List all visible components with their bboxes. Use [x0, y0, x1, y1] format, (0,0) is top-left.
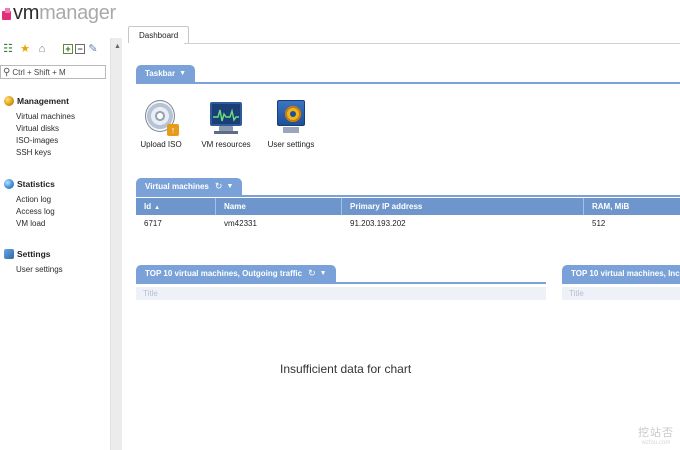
section-title: Settings — [17, 249, 51, 259]
cell-ip: 91.203.193.202 — [350, 218, 406, 228]
home-icon[interactable]: ⌂ — [36, 43, 48, 55]
watermark-line1: 挖站否 — [638, 427, 674, 439]
monitor-chart-icon — [208, 100, 244, 136]
taskbar-item-label: Upload ISO — [140, 140, 182, 149]
empty-chart-message: Insufficient data for chart — [280, 362, 412, 376]
tree-icon[interactable]: ☷ — [2, 43, 14, 55]
chevron-down-icon[interactable]: ▼ — [226, 183, 233, 190]
search-input[interactable] — [12, 67, 101, 77]
section-title: Statistics — [17, 179, 55, 189]
table-row[interactable]: 6717 vm42331 91.203.193.202 512 — [136, 215, 680, 231]
sort-asc-icon: ▲ — [154, 205, 161, 211]
column-header-id[interactable]: Id ▲ — [136, 198, 216, 215]
sidebar-item-access-log[interactable]: Access log — [16, 206, 55, 218]
settings-icon — [4, 249, 14, 259]
star-icon[interactable]: ★ — [19, 43, 31, 55]
sidebar-toolbar: ☷ ★ ⌂ + − ✎ — [2, 42, 110, 56]
vm-table-title: Virtual machines — [145, 182, 209, 191]
sidebar-item-virtual-machines[interactable]: Virtual machines — [16, 111, 75, 123]
sidebar-splitter[interactable]: ▲ — [110, 38, 122, 450]
sidebar-item-ssh-keys[interactable]: SSH keys — [16, 147, 75, 159]
table-header-row: Id ▲ Name Primary IP address RAM, MiB — [136, 198, 680, 215]
search-icon: ⚲ — [3, 66, 11, 78]
taskbar-item-vm-resources[interactable]: VM resources — [198, 100, 254, 149]
section-title: Management — [17, 96, 69, 106]
globe-stat-icon — [4, 179, 14, 189]
taskbar-item-label: VM resources — [201, 140, 251, 149]
chart-title: TOP 10 virtual machines, Incoming traffi… — [571, 269, 680, 278]
expand-all-icon[interactable]: + — [63, 44, 73, 54]
sidebar-item-virtual-disks[interactable]: Virtual disks — [16, 123, 75, 135]
taskbar-header[interactable]: Taskbar ▼ — [136, 65, 196, 82]
vm-table: Id ▲ Name Primary IP address RAM, MiB 671… — [136, 198, 680, 231]
cell-id: 6717 — [144, 218, 162, 228]
sidebar-section-management: Management Virtual machines Virtual disk… — [4, 95, 75, 159]
vm-table-header[interactable]: Virtual machines ↻ ▼ — [136, 178, 243, 195]
chevron-down-icon[interactable]: ▼ — [320, 270, 327, 277]
collapse-arrow-icon[interactable]: ▲ — [114, 43, 121, 50]
tab-dashboard[interactable]: Dashboard — [128, 26, 190, 43]
sidebar: ☷ ★ ⌂ + − ✎ ⚲ Management Virtual machine… — [0, 38, 110, 450]
taskbar-item-user-settings[interactable]: User settings — [263, 100, 319, 149]
chart-incoming-header[interactable]: TOP 10 virtual machines, Incoming traffi… — [562, 265, 680, 282]
logo-text: vmmanager — [13, 2, 116, 25]
chart-outgoing-rule — [136, 282, 546, 284]
logo-mark-icon — [2, 7, 11, 20]
taskbar-rule — [136, 82, 680, 84]
section-header-management[interactable]: Management — [4, 95, 75, 107]
chart-outgoing-header[interactable]: TOP 10 virtual machines, Outgoing traffi… — [136, 265, 336, 282]
chevron-down-icon[interactable]: ▼ — [179, 70, 186, 77]
app-root: vmmanager ☷ ★ ⌂ + − ✎ ⚲ Management Virtu… — [0, 0, 680, 450]
sidebar-item-iso-images[interactable]: ISO-images — [16, 135, 75, 147]
section-header-settings[interactable]: Settings — [4, 248, 63, 260]
column-label: Id — [144, 202, 152, 211]
column-header-ip[interactable]: Primary IP address — [342, 198, 584, 215]
sidebar-section-settings: Settings User settings — [4, 248, 63, 276]
vm-table-rule — [136, 195, 680, 197]
sidebar-item-vm-load[interactable]: VM load — [16, 218, 55, 230]
globe-icon — [4, 96, 14, 106]
logo-text-light: manager — [39, 1, 116, 24]
tab-divider — [184, 43, 680, 44]
section-header-statistics[interactable]: Statistics — [4, 178, 55, 190]
main-area: Dashboard Taskbar ▼ ↑ Upload ISO VM reso… — [122, 0, 680, 450]
pin-icon[interactable]: ✎ — [87, 43, 99, 55]
refresh-icon[interactable]: ↻ — [308, 268, 316, 279]
chart-title: TOP 10 virtual machines, Outgoing traffi… — [145, 269, 303, 278]
taskbar-item-upload-iso[interactable]: ↑ Upload ISO — [133, 100, 189, 149]
collapse-all-icon[interactable]: − — [75, 44, 85, 54]
cell-ram: 512 — [592, 218, 606, 228]
chart-outgoing-column-header: Title — [136, 287, 546, 300]
cell-name: vm42331 — [224, 218, 257, 228]
logo[interactable]: vmmanager — [2, 2, 116, 24]
watermark: 挖站否 wzfou.com — [638, 424, 674, 446]
column-header-name[interactable]: Name — [216, 198, 342, 215]
taskbar-title: Taskbar — [145, 69, 176, 78]
chart-incoming-panel: TOP 10 virtual machines, Incoming traffi… — [562, 265, 680, 305]
chart-incoming-rule — [562, 282, 680, 284]
disc-upload-icon: ↑ — [143, 100, 179, 136]
sidebar-item-action-log[interactable]: Action log — [16, 194, 55, 206]
gear-screen-icon — [273, 100, 309, 136]
column-header-ram[interactable]: RAM, MiB — [584, 198, 680, 215]
watermark-line2: wzfou.com — [641, 440, 671, 446]
chart-incoming-column-header: Title — [562, 287, 680, 300]
sidebar-item-user-settings[interactable]: User settings — [16, 264, 63, 276]
refresh-icon[interactable]: ↻ — [215, 181, 223, 192]
sidebar-section-statistics: Statistics Action log Access log VM load — [4, 178, 55, 230]
search-box[interactable]: ⚲ — [0, 65, 106, 79]
taskbar-item-label: User settings — [267, 140, 315, 149]
logo-text-bold: vm — [13, 1, 40, 24]
